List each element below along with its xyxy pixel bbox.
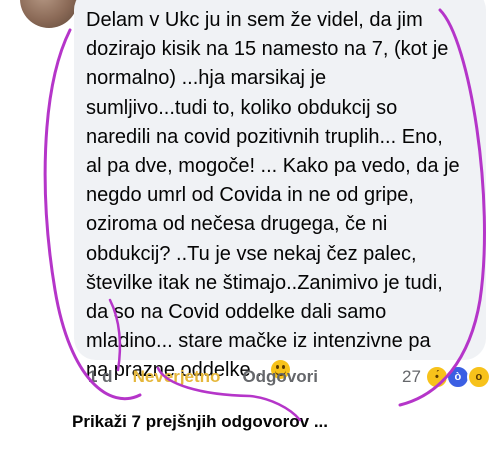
comment-actions: 1 d Neverjetno Odgovori <box>88 366 318 388</box>
comment-line: mladino... stare mačke iz intenzivne pa <box>86 330 431 353</box>
comment-line: da so na Covid oddelke dali samo <box>86 301 387 324</box>
reaction-count: 27 <box>402 367 421 386</box>
comment-line: oziroma od nečesa drugega, če ni <box>86 213 388 236</box>
comment-line: dozirajo kisik na 15 namesto na 7, (kot … <box>86 38 449 61</box>
wow-reaction-icon: o <box>466 365 491 389</box>
comment-line: sumljivo...tudi to, koliko obdukcij so <box>86 96 398 119</box>
comment-line: številke itak ne štimajo..Zanimivo je tu… <box>86 271 443 294</box>
reactions-summary[interactable]: 27 •́ ò o <box>402 365 491 389</box>
comment-line: Delam v Ukc ju in sem že videl, da jim <box>86 9 423 31</box>
view-previous-replies-link[interactable]: Prikaži 7 prejšnjih odgovorov ... <box>72 412 328 432</box>
comment-line: naredili na covid pozitivnih truplih... … <box>86 125 443 148</box>
reply-button[interactable]: Odgovori <box>242 367 318 387</box>
comment-line: negdo umrl od Covida in ne od gripe, <box>86 184 414 207</box>
comment-line: al pa dve, mogoče! ... Kako pa vedo, da … <box>86 155 460 178</box>
comment-age[interactable]: 1 d <box>88 367 113 387</box>
comment-text: Delam v Ukc ju in sem že videl, da jim d… <box>86 6 482 386</box>
reaction-button[interactable]: Neverjetno <box>133 367 221 387</box>
avatar[interactable] <box>20 0 78 28</box>
comment-line: normalno) ...hja marsikaj je <box>86 67 327 90</box>
comment-line: obdukcij? ..Tu je vse nekaj čez palec, <box>86 242 417 265</box>
